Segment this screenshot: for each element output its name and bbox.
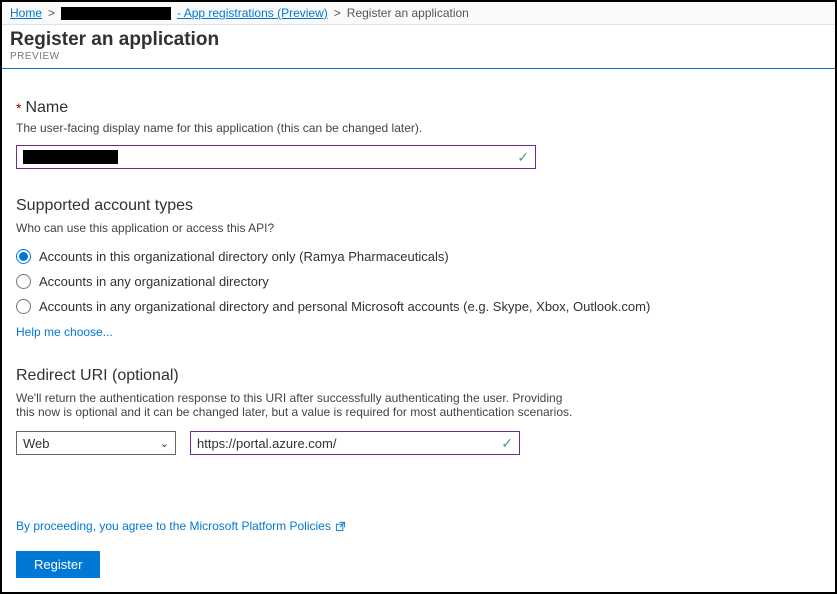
validation-check-icon: ✓ [517, 149, 529, 166]
breadcrumb-app-registrations[interactable]: - App registrations (Preview) [177, 6, 328, 20]
name-help-text: The user-facing display name for this ap… [16, 121, 821, 135]
redirect-type-select[interactable]: Web ⌄ [16, 431, 176, 455]
breadcrumb-separator: > [334, 6, 341, 20]
breadcrumb-separator: > [48, 6, 55, 20]
breadcrumb: Home > - App registrations (Preview) > R… [2, 2, 835, 25]
policy-text: By proceeding, you agree to the Microsof… [16, 519, 331, 533]
radio-label: Accounts in any organizational directory… [39, 299, 650, 314]
account-types-title: Supported account types [16, 197, 821, 215]
redirect-uri-section: Redirect URI (optional) We'll return the… [16, 367, 821, 455]
redirect-uri-help: We'll return the authentication response… [16, 391, 576, 419]
redirect-uri-value: https://portal.azure.com/ [197, 436, 336, 451]
external-link-icon [335, 521, 346, 532]
chevron-down-icon: ⌄ [160, 437, 169, 450]
radio-any-org-personal[interactable] [16, 299, 31, 314]
required-indicator: * [16, 100, 21, 116]
account-type-option-any-org-personal[interactable]: Accounts in any organizational directory… [16, 299, 821, 314]
page-title: Register an application [10, 29, 827, 51]
radio-org-only[interactable] [16, 249, 31, 264]
redirect-uri-input[interactable]: https://portal.azure.com/ ✓ [190, 431, 520, 455]
redirect-uri-title: Redirect URI (optional) [16, 367, 821, 385]
account-type-option-any-org[interactable]: Accounts in any organizational directory [16, 274, 821, 289]
account-type-option-org-only[interactable]: Accounts in this organizational director… [16, 249, 821, 264]
register-button[interactable]: Register [16, 551, 100, 578]
radio-label: Accounts in any organizational directory [39, 274, 269, 289]
name-section: * Name The user-facing display name for … [16, 99, 821, 169]
breadcrumb-home[interactable]: Home [10, 6, 42, 20]
name-input[interactable]: ✓ [16, 145, 536, 169]
account-types-section: Supported account types Who can use this… [16, 197, 821, 339]
account-types-help: Who can use this application or access t… [16, 221, 821, 235]
platform-policies-link[interactable]: By proceeding, you agree to the Microsof… [16, 519, 346, 533]
radio-any-org[interactable] [16, 274, 31, 289]
name-label: Name [25, 99, 68, 117]
page-header: Register an application PREVIEW [2, 25, 835, 69]
breadcrumb-redacted [61, 7, 171, 20]
validation-check-icon: ✓ [501, 435, 513, 452]
name-input-value-redacted [23, 150, 118, 164]
redirect-type-value: Web [23, 436, 50, 451]
radio-label: Accounts in this organizational director… [39, 249, 449, 264]
breadcrumb-current: Register an application [347, 6, 469, 20]
help-me-choose-link[interactable]: Help me choose... [16, 325, 113, 339]
page-subtitle: PREVIEW [10, 51, 827, 62]
